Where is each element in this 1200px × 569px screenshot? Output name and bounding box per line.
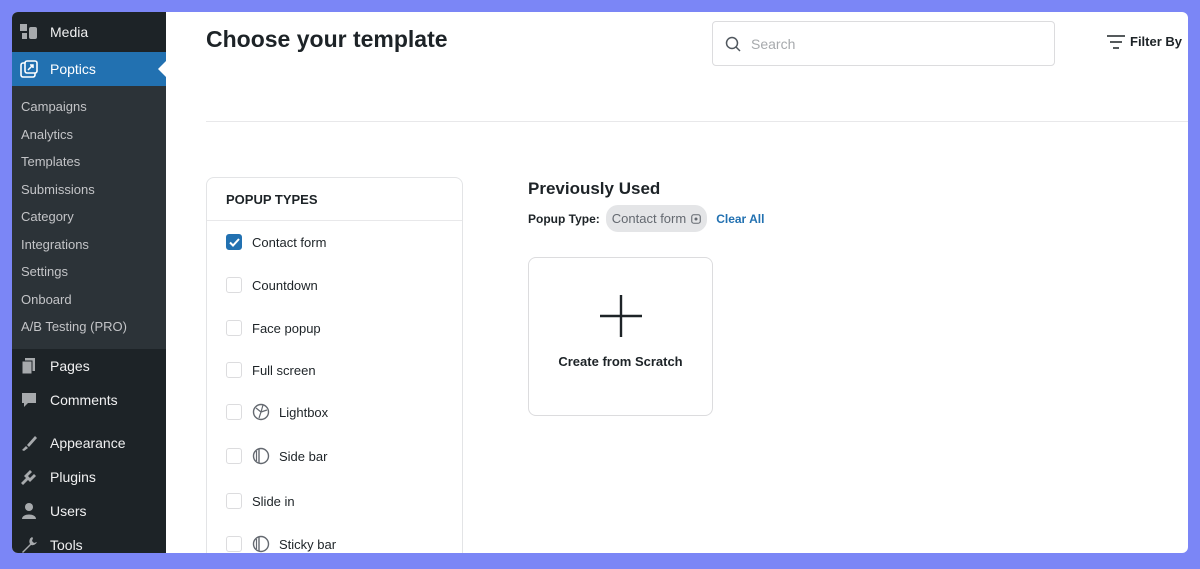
submenu-item-submissions[interactable]: Submissions xyxy=(12,176,166,204)
checkbox[interactable] xyxy=(226,493,242,509)
popup-types-panel: POPUP TYPES Contact form Countdown Face … xyxy=(206,177,463,553)
create-from-scratch-card[interactable]: Create from Scratch xyxy=(528,257,713,416)
popup-type-filter-label: Popup Type: xyxy=(528,211,600,226)
media-icon xyxy=(18,22,40,42)
popup-type-label: Slide in xyxy=(252,493,295,509)
comments-icon xyxy=(18,390,40,410)
appearance-icon xyxy=(18,433,40,453)
sidebar-item-appearance[interactable]: Appearance xyxy=(12,426,166,460)
main-content: Choose your template Filter By POPUP TYP… xyxy=(166,12,1188,553)
page-title: Choose your template xyxy=(206,26,448,52)
pages-icon xyxy=(18,356,40,376)
filter-by-label: Filter By xyxy=(1130,34,1183,49)
previously-used-title: Previously Used xyxy=(528,179,661,198)
sidebar-item-label: Appearance xyxy=(50,434,126,451)
create-from-scratch-label: Create from Scratch xyxy=(558,354,683,369)
checkbox[interactable] xyxy=(226,404,242,420)
sidebar-item-poptics[interactable]: Poptics xyxy=(12,52,166,86)
app-window: Media Poptics Campaigns Analytics Templa… xyxy=(12,12,1188,553)
lightbox-icon xyxy=(252,403,270,421)
submenu-item-onboard[interactable]: Onboard xyxy=(12,286,166,314)
popup-type-label: Side bar xyxy=(279,448,328,464)
checkbox[interactable] xyxy=(226,320,242,336)
sidebar-item-label: Users xyxy=(50,502,87,519)
popup-type-label: Full screen xyxy=(252,362,316,378)
plus-icon xyxy=(599,294,643,338)
sidebar-pro-icon xyxy=(252,447,270,465)
popup-type-label: Contact form xyxy=(252,234,327,250)
sidebar-item-label: Poptics xyxy=(50,61,96,77)
sidebar-item-comments[interactable]: Comments xyxy=(12,383,166,417)
popup-type-label: Face popup xyxy=(252,320,321,336)
popup-types-heading: POPUP TYPES xyxy=(207,178,462,221)
popup-type-full-screen[interactable]: Full screen xyxy=(226,362,316,378)
submenu-item-settings[interactable]: Settings xyxy=(12,258,166,286)
poptics-icon xyxy=(18,59,40,79)
checkbox[interactable] xyxy=(226,536,242,552)
header-divider xyxy=(206,121,1188,122)
filter-by-button[interactable]: Filter By xyxy=(1106,34,1182,49)
sidebar-item-media[interactable]: Media xyxy=(12,12,166,52)
submenu-item-ab-testing[interactable]: A/B Testing (PRO) xyxy=(12,313,166,341)
chip-label: Contact form xyxy=(611,211,687,226)
sidebar-item-tools[interactable]: Tools xyxy=(12,528,166,554)
sidebar-item-label: Plugins xyxy=(50,468,96,485)
checkbox[interactable] xyxy=(226,448,242,464)
popup-type-label: Countdown xyxy=(252,277,318,293)
popup-type-face-popup[interactable]: Face popup xyxy=(226,320,321,336)
checkbox[interactable] xyxy=(226,362,242,378)
submenu-item-campaigns[interactable]: Campaigns xyxy=(12,93,166,121)
stickybar-pro-icon xyxy=(252,535,270,553)
submenu-item-analytics[interactable]: Analytics xyxy=(12,121,166,149)
sidebar-item-pages[interactable]: Pages xyxy=(12,349,166,383)
popup-type-side-bar[interactable]: Side bar xyxy=(226,447,327,465)
filter-chip-contact-form[interactable]: Contact form xyxy=(605,205,708,232)
remove-chip-icon[interactable] xyxy=(691,213,702,224)
plugins-icon xyxy=(18,467,40,487)
active-filter-row: Popup Type: Contact form Clear All xyxy=(528,205,764,232)
checkbox-checked[interactable] xyxy=(226,234,242,250)
sidebar-item-label: Comments xyxy=(50,391,118,408)
popup-type-contact-form[interactable]: Contact form xyxy=(226,234,326,250)
search-box[interactable] xyxy=(712,21,1055,66)
checkmark-icon xyxy=(228,237,240,247)
popup-type-label: Lightbox xyxy=(279,404,329,420)
popup-type-lightbox[interactable]: Lightbox xyxy=(226,403,328,421)
clear-all-link[interactable]: Clear All xyxy=(716,212,764,226)
submenu-item-integrations[interactable]: Integrations xyxy=(12,231,166,259)
sidebar-item-label: Pages xyxy=(50,357,90,374)
admin-sidebar: Media Poptics Campaigns Analytics Templa… xyxy=(12,12,166,553)
popup-type-countdown[interactable]: Countdown xyxy=(226,277,318,293)
sidebar-item-label: Media xyxy=(50,24,89,40)
sidebar-item-label: Tools xyxy=(50,536,83,553)
popup-type-sticky-bar[interactable]: Sticky bar xyxy=(226,535,336,553)
tools-icon xyxy=(18,535,40,554)
sidebar-item-users[interactable]: Users xyxy=(12,494,166,528)
popup-type-slide-in[interactable]: Slide in xyxy=(226,493,295,509)
search-input[interactable] xyxy=(751,35,1031,52)
filter-icon xyxy=(1106,34,1126,49)
search-icon xyxy=(725,36,741,52)
submenu-item-category[interactable]: Category xyxy=(12,203,166,231)
poptics-submenu: Campaigns Analytics Templates Submission… xyxy=(12,86,166,349)
submenu-item-templates[interactable]: Templates xyxy=(12,148,166,176)
checkbox[interactable] xyxy=(226,277,242,293)
popup-type-label: Sticky bar xyxy=(279,536,337,552)
users-icon xyxy=(18,501,40,521)
sidebar-item-plugins[interactable]: Plugins xyxy=(12,460,166,494)
